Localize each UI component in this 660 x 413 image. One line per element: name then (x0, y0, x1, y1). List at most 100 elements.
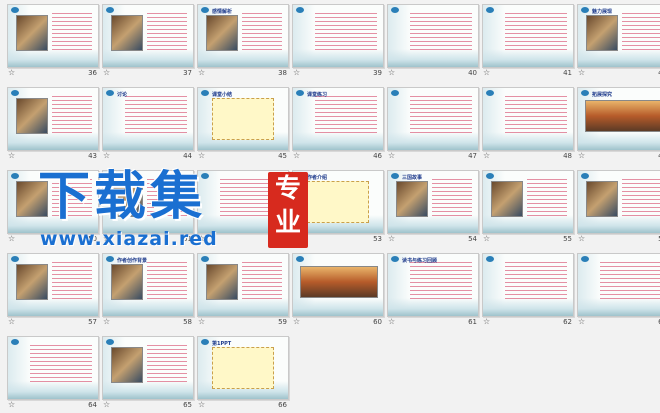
slide-label: ☆ 45 (197, 151, 287, 161)
slide-thumbnail[interactable]: ☆ 65 (100, 334, 195, 412)
slide-thumbnail[interactable]: ☆ 47 (385, 85, 480, 163)
slide-preview[interactable]: 魅力展现 (577, 4, 660, 68)
slide-preview[interactable] (7, 4, 99, 68)
slide-thumbnail[interactable]: ☆63 (575, 251, 660, 329)
slide-transition-icon[interactable]: ☆ (388, 68, 395, 78)
slide-preview[interactable] (482, 87, 574, 151)
slide-thumbnail[interactable]: ☆ 36 (5, 2, 100, 80)
slide-thumbnail[interactable]: ☆ 60 (290, 251, 385, 329)
slide-transition-icon[interactable]: ☆ (293, 151, 300, 161)
slide-preview[interactable] (482, 170, 574, 234)
slide-thumbnail[interactable]: 作者创作背景 ☆ 58 (100, 251, 195, 329)
slide-content (16, 98, 48, 134)
slide-text-lines (147, 345, 187, 385)
slide-content (585, 100, 660, 132)
slide-thumbnail[interactable]: 讨论 ☆ 44 (100, 85, 195, 163)
slide-title: 三国故事 (402, 175, 423, 181)
slide-logo-icon (106, 7, 114, 13)
slide-logo-icon (201, 7, 209, 13)
slide-transition-icon[interactable]: ☆ (388, 151, 395, 161)
slide-transition-icon[interactable]: ☆ (578, 68, 585, 78)
slide-thumbnail[interactable]: ☆ 64 (5, 334, 100, 412)
slide-preview[interactable] (577, 170, 660, 234)
slide-transition-icon[interactable]: ☆ (293, 68, 300, 78)
slide-transition-icon[interactable]: ☆ (578, 234, 585, 244)
slide-logo-icon (581, 7, 589, 13)
slide-transition-icon[interactable]: ☆ (293, 317, 300, 327)
slide-transition-icon[interactable]: ☆ (103, 400, 110, 410)
slide-number: 66 (278, 401, 287, 409)
slide-transition-icon[interactable]: ☆ (103, 68, 110, 78)
slide-thumbnail[interactable]: ☆ 62 (480, 251, 575, 329)
slide-thumbnail[interactable]: 读书与练习回顾 ☆ 61 (385, 251, 480, 329)
slide-thumbnail[interactable]: 拓展探究 ☆49 (575, 85, 660, 163)
slide-preview[interactable]: 讨论 (102, 87, 194, 151)
slide-preview[interactable] (292, 4, 384, 68)
slide-thumbnail[interactable]: ☆ 40 (385, 2, 480, 80)
slide-transition-icon[interactable]: ☆ (483, 317, 490, 327)
slide-preview[interactable]: 感情解析 (197, 4, 289, 68)
slide-thumbnail[interactable]: ☆ 39 (290, 2, 385, 80)
slide-transition-icon[interactable]: ☆ (8, 68, 15, 78)
slide-preview[interactable] (387, 87, 479, 151)
slide-logo-icon (106, 90, 114, 96)
slide-thumbnail[interactable]: 三国故事 ☆ 54 (385, 168, 480, 246)
slide-transition-icon[interactable]: ☆ (198, 400, 205, 410)
slide-number: 57 (88, 318, 97, 326)
slide-preview[interactable] (102, 4, 194, 68)
slide-preview[interactable] (7, 87, 99, 151)
slide-thumbnail[interactable]: 第1PPT ☆ 66 (195, 334, 290, 412)
slide-transition-icon[interactable]: ☆ (483, 234, 490, 244)
slide-transition-icon[interactable]: ☆ (388, 317, 395, 327)
slide-thumbnail[interactable]: ☆ 55 (480, 168, 575, 246)
slide-number: 64 (88, 401, 97, 409)
slide-preview[interactable] (7, 253, 99, 317)
slide-logo-icon (201, 339, 209, 345)
slide-content (505, 13, 567, 53)
slide-preview[interactable] (7, 336, 99, 400)
slide-preview[interactable]: 作者创作背景 (102, 253, 194, 317)
slide-thumbnail[interactable]: ☆ 48 (480, 85, 575, 163)
slide-preview[interactable] (102, 336, 194, 400)
slide-logo-icon (296, 90, 304, 96)
slide-transition-icon[interactable]: ☆ (103, 317, 110, 327)
slide-thumbnail[interactable]: 课堂练习 ☆ 46 (290, 85, 385, 163)
slide-preview[interactable] (482, 253, 574, 317)
slide-preview[interactable] (482, 4, 574, 68)
slide-thumbnail[interactable]: ☆ 59 (195, 251, 290, 329)
slide-preview[interactable]: 三国故事 (387, 170, 479, 234)
slide-transition-icon[interactable]: ☆ (388, 234, 395, 244)
slide-thumbnail[interactable]: 感情解析 ☆ 38 (195, 2, 290, 80)
slide-preview[interactable]: 拓展探究 (577, 87, 660, 151)
slide-transition-icon[interactable]: ☆ (198, 317, 205, 327)
slide-label: ☆ 40 (387, 68, 477, 78)
slide-preview[interactable]: 读书与练习回顾 (387, 253, 479, 317)
slide-preview[interactable] (577, 253, 660, 317)
slide-transition-icon[interactable]: ☆ (483, 68, 490, 78)
slide-thumbnail[interactable]: 魅力展现 ☆42 (575, 2, 660, 80)
slide-preview[interactable]: 第1PPT (197, 336, 289, 400)
slide-thumbnail[interactable]: ☆ 57 (5, 251, 100, 329)
slide-preview[interactable]: 课堂练习 (292, 87, 384, 151)
slide-transition-icon[interactable]: ☆ (8, 151, 15, 161)
slide-content (505, 262, 567, 302)
slide-transition-icon[interactable]: ☆ (578, 151, 585, 161)
slide-preview[interactable]: 课堂小结 (197, 87, 289, 151)
slide-preview[interactable] (197, 253, 289, 317)
slide-thumbnail[interactable]: ☆ 37 (100, 2, 195, 80)
slide-preview[interactable] (292, 253, 384, 317)
slide-thumbnail[interactable]: ☆ 43 (5, 85, 100, 163)
slide-thumbnail[interactable]: ☆56 (575, 168, 660, 246)
slide-content (410, 13, 472, 53)
slide-transition-icon[interactable]: ☆ (483, 151, 490, 161)
slide-transition-icon[interactable]: ☆ (198, 68, 205, 78)
slide-transition-icon[interactable]: ☆ (8, 234, 15, 244)
slide-transition-icon[interactable]: ☆ (578, 317, 585, 327)
slide-thumbnail[interactable]: ☆ 41 (480, 2, 575, 80)
slide-transition-icon[interactable]: ☆ (8, 317, 15, 327)
slide-transition-icon[interactable]: ☆ (8, 400, 15, 410)
slide-preview[interactable] (387, 4, 479, 68)
slide-content (307, 181, 369, 223)
slide-logo-icon (201, 90, 209, 96)
slide-thumbnail[interactable]: 课堂小结 ☆ 45 (195, 85, 290, 163)
